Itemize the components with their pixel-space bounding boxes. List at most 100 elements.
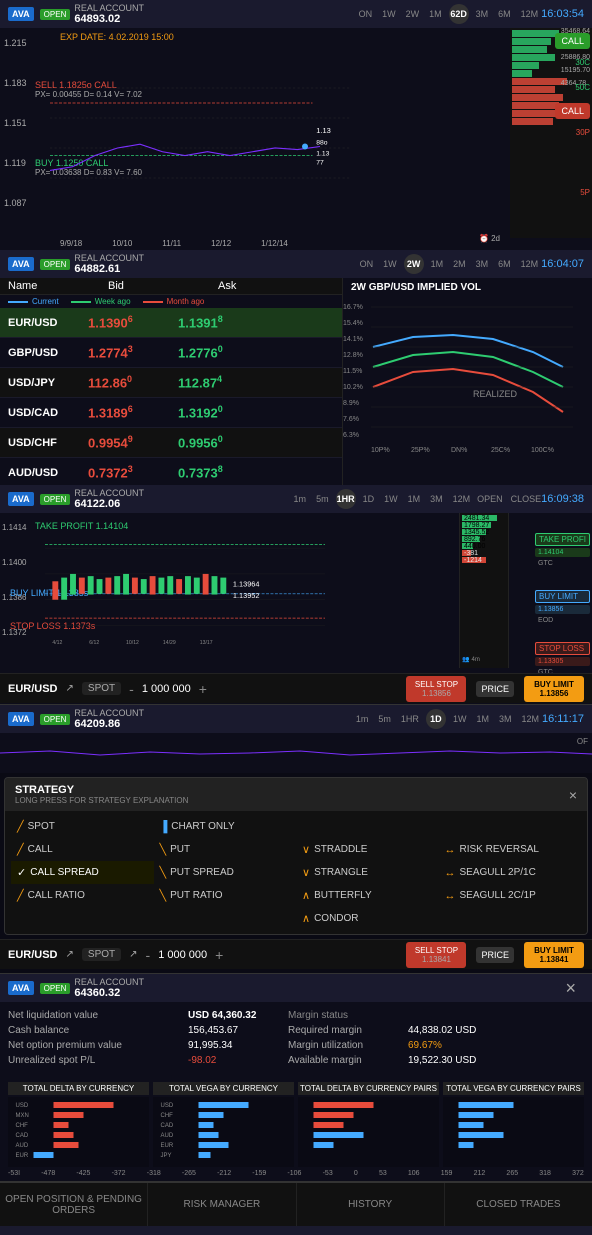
tf-3m-1[interactable]: 3M: [473, 8, 492, 20]
strategy-close-btn[interactable]: ×: [569, 787, 577, 803]
svg-text:10/12: 10/12: [126, 640, 139, 646]
strategy-chart-only[interactable]: ▐CHART ONLY: [154, 815, 439, 838]
tf-on-1[interactable]: ON: [356, 8, 376, 20]
strategy-call-ratio[interactable]: ╱CALL RATIO: [11, 884, 154, 907]
tf-2w-1[interactable]: 2W: [403, 8, 423, 20]
svg-text:14/29: 14/29: [163, 640, 176, 646]
price-3: 1.151: [4, 118, 27, 128]
preview-svg: [0, 733, 592, 773]
strategy-seagull-2p1c[interactable]: ↔SEAGULL 2P/1C: [439, 861, 582, 884]
bl-right-label: BUY LIMIT: [535, 590, 590, 603]
tf-1m-1[interactable]: 1M: [426, 8, 445, 20]
quantity-3: 1 000 000: [142, 683, 191, 695]
tf-active-2[interactable]: 2W: [404, 254, 424, 274]
tf-1m-3[interactable]: 1m: [291, 493, 310, 505]
strategy-3[interactable]: SPOT: [82, 682, 121, 695]
nav-history[interactable]: HISTORY: [297, 1183, 445, 1226]
price-2: 1.183: [4, 78, 27, 88]
delta-pairs-svg: [298, 1097, 439, 1167]
rate-row-usdcad[interactable]: USD/CAD 1.31896 1.31920: [0, 398, 342, 428]
strategy-call[interactable]: ╱CALL: [11, 838, 154, 861]
tf-active-3[interactable]: 1HR: [336, 489, 356, 509]
tf-12m-1[interactable]: 12M: [518, 8, 542, 20]
strategy-put-ratio[interactable]: ╲PUT RATIO: [154, 884, 297, 907]
svg-text:13/17: 13/17: [200, 640, 213, 646]
tf-1w-2[interactable]: 1W: [380, 258, 400, 270]
tf-3m-3[interactable]: 3M: [427, 493, 446, 505]
tf-5m-3[interactable]: 5m: [313, 493, 332, 505]
svg-text:JPY: JPY: [161, 1153, 172, 1159]
sell-stop-button-4[interactable]: SELL STOP 1.13841: [406, 942, 466, 968]
svg-text:12.8%: 12.8%: [343, 352, 363, 359]
svg-text:USD: USD: [16, 1103, 29, 1109]
strategy-put-spread[interactable]: ╲PUT SPREAD: [154, 861, 297, 884]
strategy-butterfly[interactable]: ∧BUTTERFLY: [296, 884, 439, 907]
buy-limit-button[interactable]: BUY LIMIT 1.13856: [524, 676, 584, 702]
sell-stop-button[interactable]: SELL STOP 1.13856: [406, 676, 466, 702]
account-value-2: 64882.61: [74, 263, 120, 275]
tf-2m-2[interactable]: 2M: [450, 258, 469, 270]
open-badge-1: OPEN: [40, 9, 71, 20]
svg-text:CAD: CAD: [161, 1123, 174, 1129]
tf-1w-1[interactable]: 1W: [379, 8, 399, 20]
qty-plus-3[interactable]: +: [199, 681, 207, 697]
tf-1m2-3[interactable]: 1M: [405, 493, 424, 505]
qty-minus-4[interactable]: -: [146, 947, 151, 963]
tf-1m-2[interactable]: 1M: [428, 258, 447, 270]
strategy-spot[interactable]: ╱SPOT: [11, 815, 154, 838]
tf-1d-3[interactable]: 1D: [360, 493, 378, 505]
tf-1w-3[interactable]: 1W: [381, 493, 401, 505]
ob-label-30p: 30P: [576, 128, 590, 137]
tf-3m-2[interactable]: 3M: [473, 258, 492, 270]
chart-area-1: EXP DATE: 4.02.2019 15:00 1.215 1.183 1.…: [0, 28, 592, 253]
implied-vol-chart: 2W GBP/USD IMPLIED VOL 16.7% 15.4% 14.1%…: [342, 278, 592, 518]
nav-risk-manager[interactable]: RISK MANAGER: [148, 1183, 296, 1226]
tf-bar-4: 1m 5m 1HR 1D 1W 1M 3M 12M: [353, 708, 542, 730]
buy-limit-button-4[interactable]: BUY LIMIT 1.13841: [524, 942, 584, 968]
svg-text:1.13964: 1.13964: [233, 579, 260, 588]
tf-on-2[interactable]: ON: [357, 258, 377, 270]
price-badge-4: PRICE: [476, 947, 514, 963]
account-label-5: REAL ACCOUNT: [74, 977, 144, 987]
rate-row-audusd[interactable]: AUD/USD 0.73723 0.73738: [0, 458, 342, 488]
strategy-straddle[interactable]: ∨STRADDLE: [296, 838, 439, 861]
rate-row-usdchf[interactable]: USD/CHF 0.99549 0.99560: [0, 428, 342, 458]
svg-text:CHF: CHF: [16, 1123, 29, 1129]
strategy-seagull-2c1p[interactable]: ↔SEAGULL 2C/1P: [439, 884, 582, 907]
strategy-modal-title: STRATEGY LONG PRESS FOR STRATEGY EXPLANA…: [5, 778, 587, 811]
tf-12m-2[interactable]: 12M: [518, 258, 542, 270]
svg-text:11.5%: 11.5%: [343, 368, 362, 375]
svg-text:EUR: EUR: [161, 1143, 174, 1149]
ava-logo-2: AVA: [8, 257, 34, 271]
tf-6m-1[interactable]: 6M: [495, 8, 514, 20]
call-badge-2[interactable]: CALL: [555, 103, 590, 119]
strategy-condor[interactable]: ∧CONDOR: [296, 907, 439, 930]
open-badge-5: OPEN: [40, 983, 71, 994]
qty-plus-4[interactable]: +: [215, 947, 223, 963]
strategy-risk-reversal[interactable]: ↔RISK REVERSAL: [439, 838, 582, 861]
nav-closed-trades[interactable]: CLOSED TRADES: [445, 1183, 592, 1226]
tf-12m-3[interactable]: 12M: [450, 493, 474, 505]
call-badge-1[interactable]: CALL: [555, 33, 590, 49]
tf-active-1[interactable]: 62D: [449, 4, 469, 24]
tf-bar-3: 1m 5m 1HR 1D 1W 1M 3M 12M: [291, 488, 474, 510]
panel2: AVA OPEN REAL ACCOUNT 64882.61 ON 1W 2W …: [0, 250, 592, 485]
strategy-call-spread[interactable]: ✓CALL SPREAD: [11, 861, 154, 884]
tf-6m-2[interactable]: 6M: [495, 258, 514, 270]
strategy-put[interactable]: ╲PUT: [154, 838, 297, 861]
rate-row-usdjpy[interactable]: USD/JPY 112.860 112.874: [0, 368, 342, 398]
price-badge: PRICE: [476, 681, 514, 697]
rate-row-eurusd[interactable]: EUR/USD 1.13906 1.13918: [0, 308, 342, 338]
svg-text:15.4%: 15.4%: [343, 320, 363, 327]
nav-open-positions[interactable]: OPEN POSITION & PENDING ORDERS: [0, 1183, 148, 1226]
rates-table: Name Bid Ask Current Week ago Month ago: [0, 278, 342, 518]
unrealized-row: Unrealized spot P/L -98.02 Available mar…: [8, 1055, 584, 1066]
rate-row-gbpusd[interactable]: GBP/USD 1.27743 1.27760: [0, 338, 342, 368]
strategy-4[interactable]: SPOT: [82, 948, 121, 961]
panel5-close-btn[interactable]: ×: [557, 978, 584, 999]
qty-minus-3[interactable]: -: [129, 681, 134, 697]
strategy-strangle[interactable]: ∨STRANGLE: [296, 861, 439, 884]
account-value-3: 64122.06: [74, 498, 120, 510]
account-value-4: 64209.86: [74, 718, 120, 730]
delta-svg: USD MXN CHF CAD AUD EUR: [8, 1097, 149, 1167]
